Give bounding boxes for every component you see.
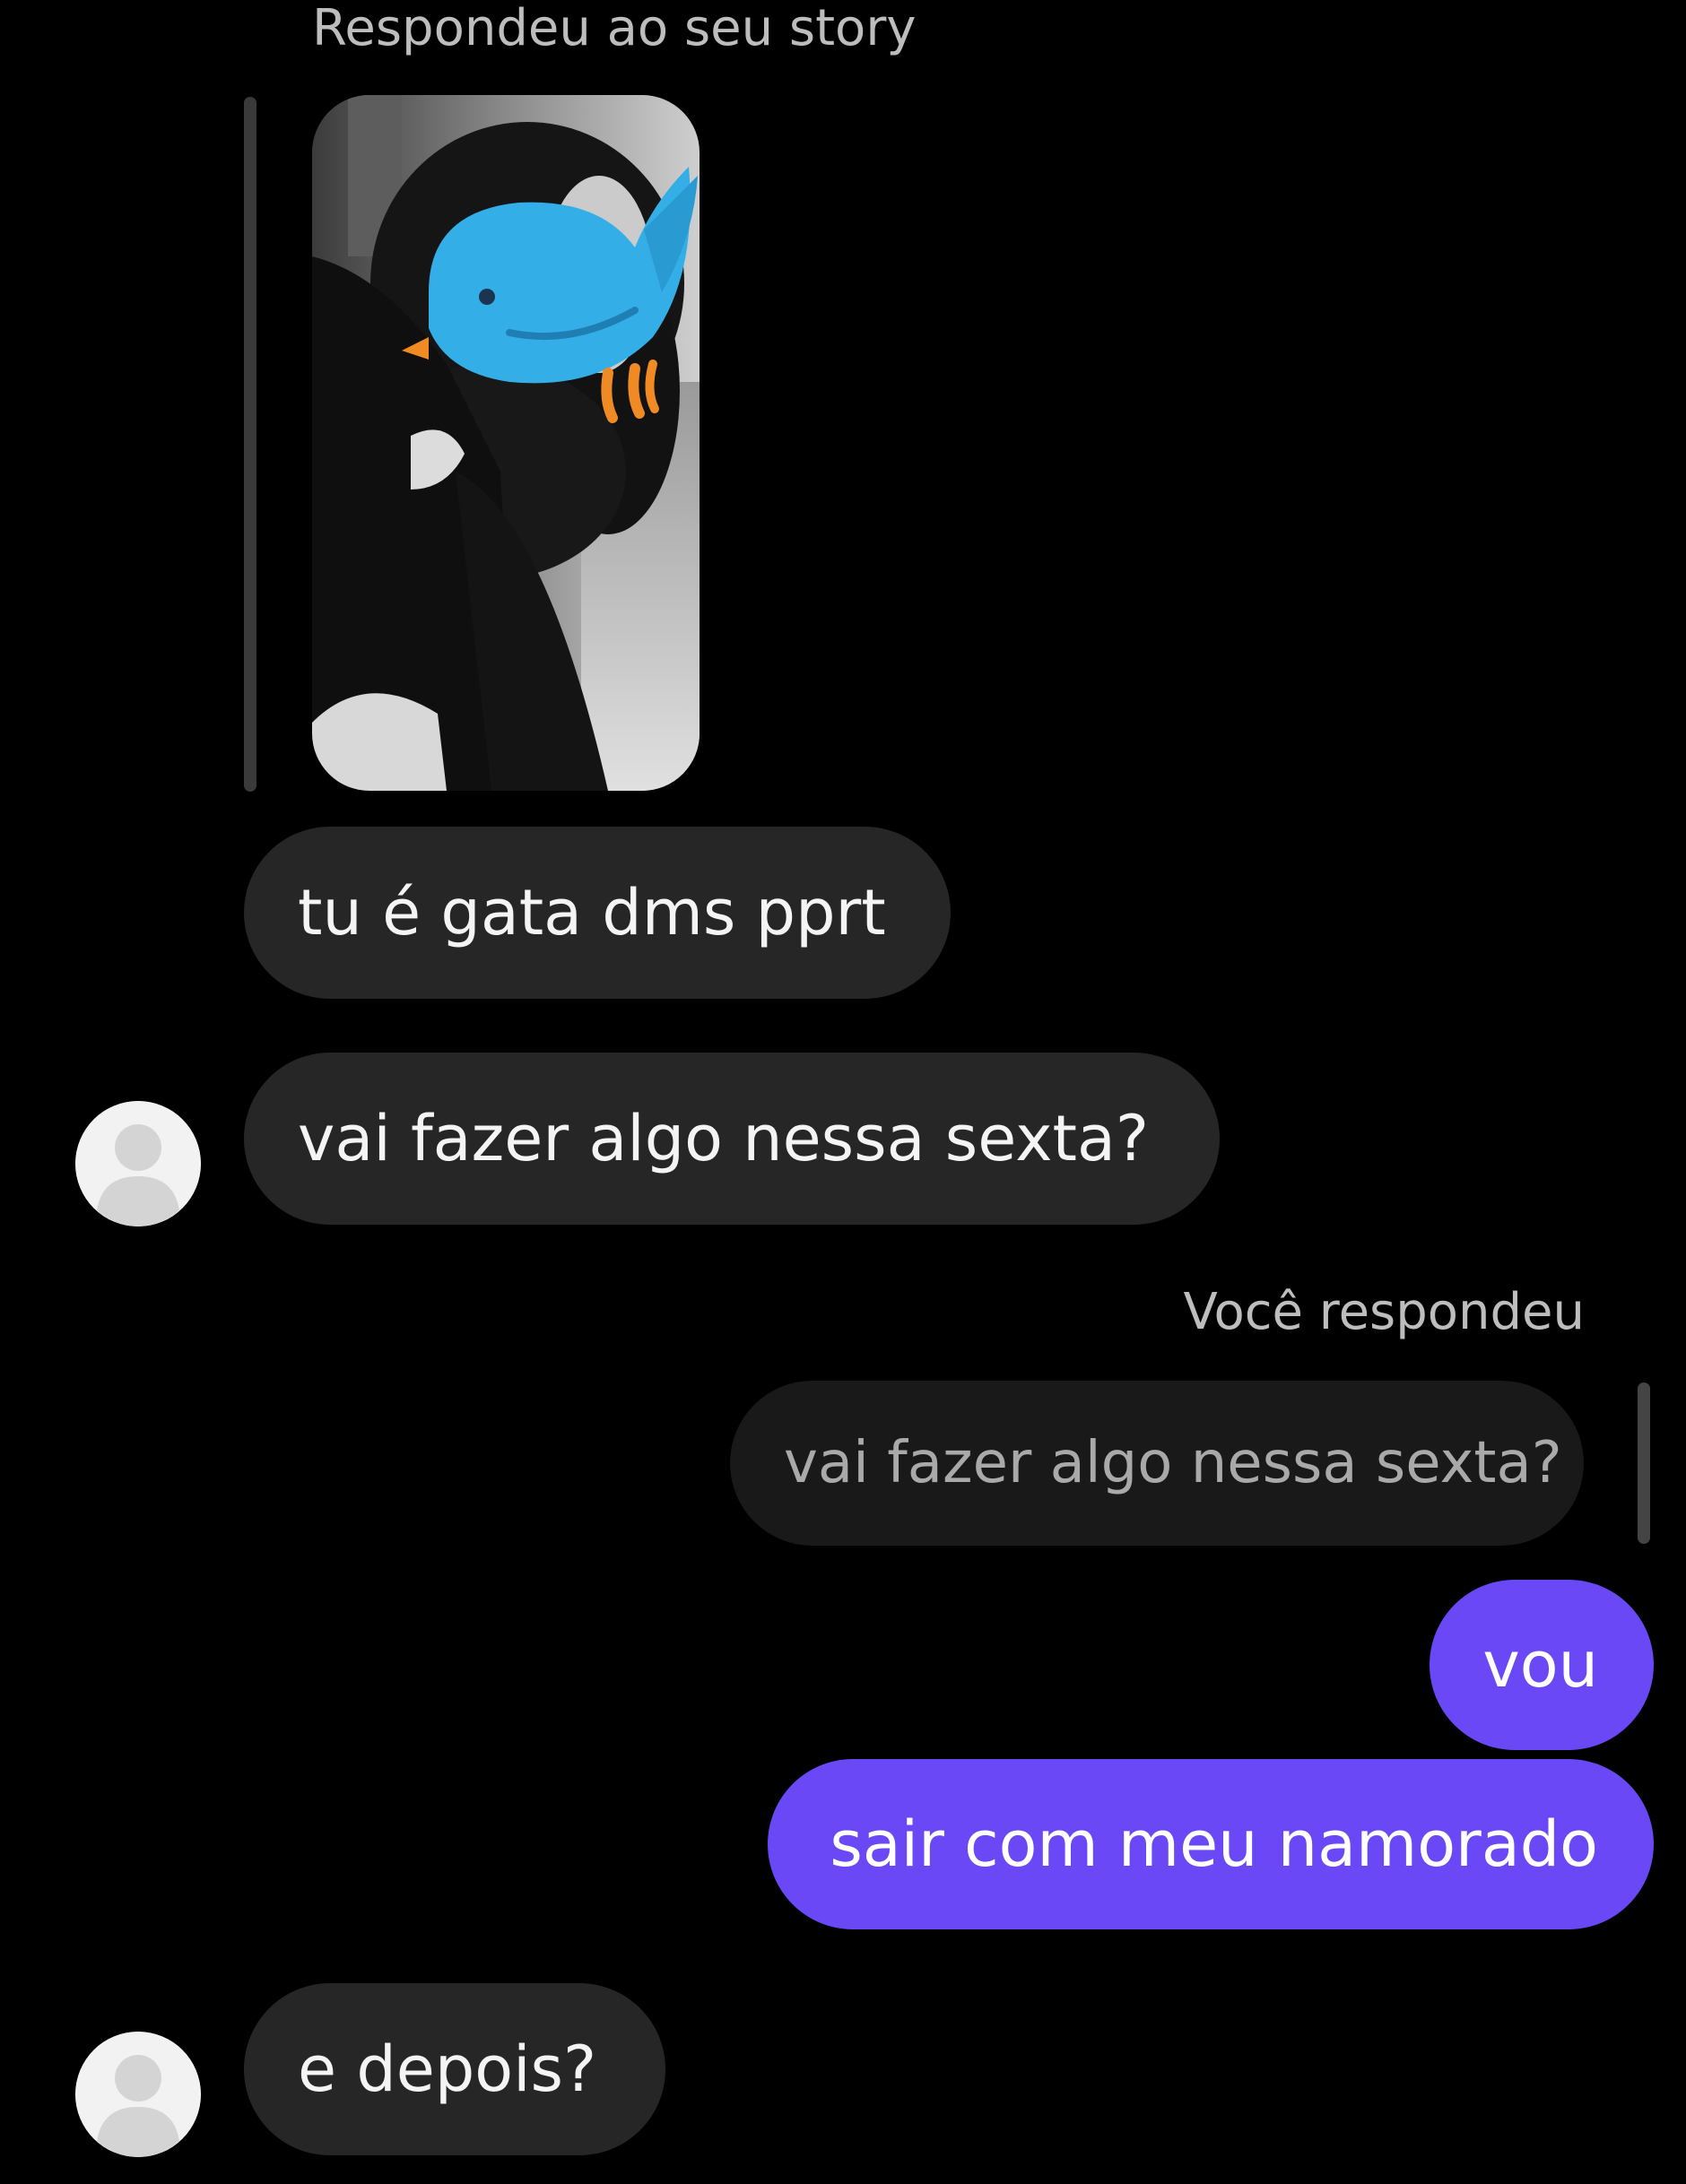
you-replied-label: Você respondeu	[1183, 1283, 1585, 1341]
incoming-message-bubble[interactable]: e depois?	[244, 1983, 665, 2155]
sender-avatar[interactable]	[75, 1101, 201, 1226]
default-user-avatar-icon	[75, 1101, 201, 1226]
incoming-message-bubble[interactable]: vai fazer algo nessa sexta?	[244, 1053, 1220, 1225]
story-reply-bar	[244, 97, 256, 792]
default-user-avatar-icon	[75, 2032, 201, 2157]
incoming-message-bubble[interactable]: tu é gata dms pprt	[244, 827, 951, 999]
quoted-message-text: vai fazer algo nessa sexta?	[784, 1430, 1562, 1496]
message-text: sair com meu namorado	[830, 1807, 1598, 1881]
story-reply-label: Respondeu ao seu story	[312, 0, 917, 57]
message-text: vai fazer algo nessa sexta?	[298, 1102, 1149, 1175]
outgoing-message-bubble[interactable]: sair com meu namorado	[768, 1759, 1654, 1929]
quoted-reply-bar	[1638, 1382, 1650, 1544]
message-text: vou	[1482, 1628, 1598, 1702]
message-text: tu é gata dms pprt	[298, 876, 886, 949]
outgoing-message-bubble[interactable]: vou	[1430, 1580, 1654, 1750]
story-photo-icon	[312, 95, 700, 791]
quoted-message-bubble[interactable]: vai fazer algo nessa sexta?	[730, 1381, 1584, 1546]
story-thumbnail[interactable]	[312, 95, 700, 791]
message-text: e depois?	[298, 2032, 597, 2106]
sender-avatar[interactable]	[75, 2032, 201, 2157]
